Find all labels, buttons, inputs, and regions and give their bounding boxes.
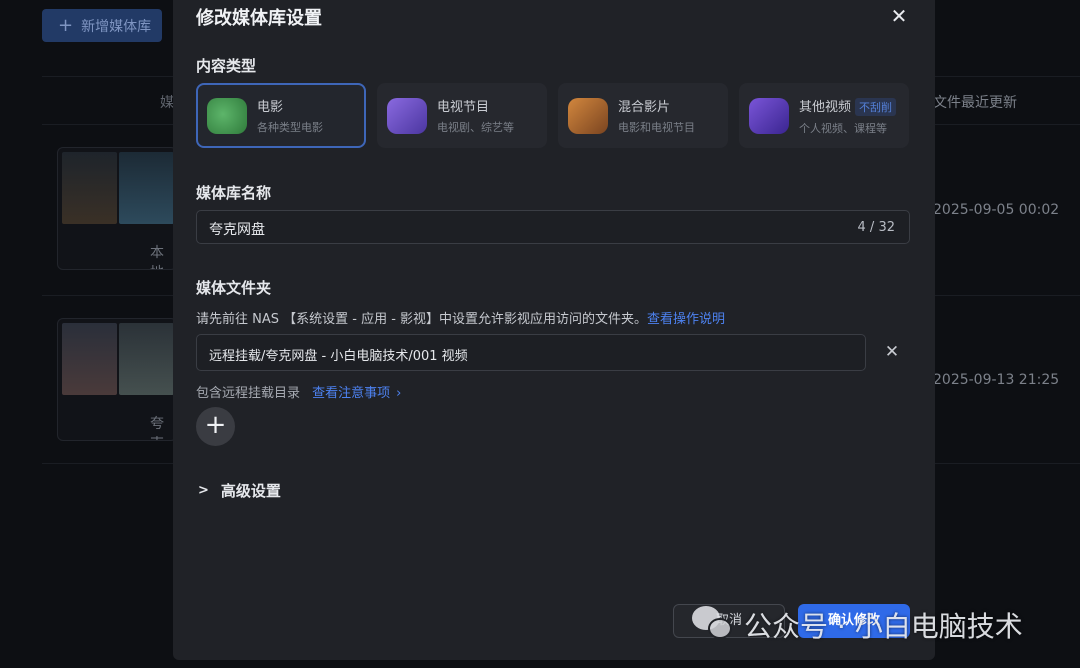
library-card[interactable]: 夸克 [57, 318, 177, 441]
media-folder-label: 媒体文件夹 [196, 279, 272, 297]
content-type-label: 内容类型 [196, 57, 257, 75]
watermark: 公众号 · 小白电脑技术 [692, 605, 1023, 645]
plus-icon: + [58, 14, 74, 36]
hint-text: 请先前往 NAS 【系统设置 - 应用 - 影视】中设置允许影视应用访问的文件夹… [196, 312, 648, 327]
content-type-subtitle: 各种类型电影 [257, 121, 323, 134]
wechat-logo-icon [692, 606, 734, 644]
content-type-title: 电影 [257, 100, 284, 115]
char-counter: 4 / 32 [857, 220, 895, 235]
content-type-title: 电视节目 [437, 100, 490, 115]
add-folder-button[interactable]: + [196, 407, 235, 446]
no-scrape-badge: 不刮削 [855, 97, 897, 116]
content-type-other[interactable]: 其他视频 不刮削 个人视频、课程等 [739, 83, 909, 148]
content-type-subtitle: 个人视频、课程等 [799, 121, 887, 135]
library-poster [62, 152, 174, 224]
movie-icon [207, 97, 247, 134]
content-type-movie[interactable]: 电影 各种类型电影 [196, 83, 366, 148]
library-name-value: 夸克网盘 [209, 222, 265, 238]
content-type-subtitle: 电影和电视节目 [618, 121, 695, 134]
library-updated-date: 2025-09-13 21:25 [933, 372, 1060, 388]
view-instructions-link[interactable]: 查看操作说明 [647, 312, 725, 327]
table-header-updated: 文件最近更新 [933, 95, 1017, 111]
remote-mount-text: 包含远程挂载目录 [196, 386, 301, 401]
remote-mount-row: 包含远程挂载目录 查看注意事项 › [196, 382, 401, 401]
folder-icon [749, 97, 789, 134]
advanced-settings-label: 高级设置 [220, 482, 281, 500]
camera-icon [568, 97, 608, 134]
content-type-title: 其他视频 [799, 99, 852, 115]
folder-path-input[interactable]: 远程挂载/夸克网盘 - 小白电脑技术/001 视频 [196, 334, 866, 371]
dialog-title: 修改媒体库设置 [196, 8, 322, 29]
library-updated-date: 2025-09-05 00:02 [933, 202, 1060, 218]
folder-path-value: 远程挂载/夸克网盘 - 小白电脑技术/001 视频 [209, 349, 468, 364]
watermark-text: 公众号 · 小白电脑技术 [744, 610, 1023, 643]
chevron-right-icon: > [198, 483, 209, 498]
library-card[interactable]: 本地 [57, 147, 177, 270]
content-type-mixed[interactable]: 混合影片 电影和电视节目 [558, 83, 728, 148]
chevron-right-icon: › [396, 386, 402, 401]
close-icon[interactable]: ✕ [889, 6, 909, 26]
content-type-tv[interactable]: 电视节目 电视剧、综艺等 [377, 83, 547, 148]
advanced-settings-toggle[interactable]: > 高级设置 [198, 480, 281, 501]
edit-library-dialog: 修改媒体库设置 ✕ 内容类型 电影 各种类型电影 电视节目 电视剧、综艺等 混合… [173, 0, 935, 660]
content-type-subtitle: 电视剧、综艺等 [437, 121, 514, 134]
library-poster [62, 323, 174, 395]
add-library-label: 新增媒体库 [81, 18, 152, 35]
view-notes-link[interactable]: 查看注意事项 [312, 386, 390, 401]
content-type-title: 混合影片 [618, 100, 671, 115]
library-name-label: 媒体库名称 [196, 184, 272, 202]
add-library-button[interactable]: + 新增媒体库 [42, 9, 162, 42]
tv-icon [387, 97, 427, 134]
media-folder-hint: 请先前往 NAS 【系统设置 - 应用 - 影视】中设置允许影视应用访问的文件夹… [196, 308, 725, 327]
remove-folder-icon[interactable]: ✕ [883, 343, 901, 361]
library-name-input[interactable]: 夸克网盘 4 / 32 [196, 210, 910, 244]
table-header-name: 媒 [160, 95, 174, 111]
